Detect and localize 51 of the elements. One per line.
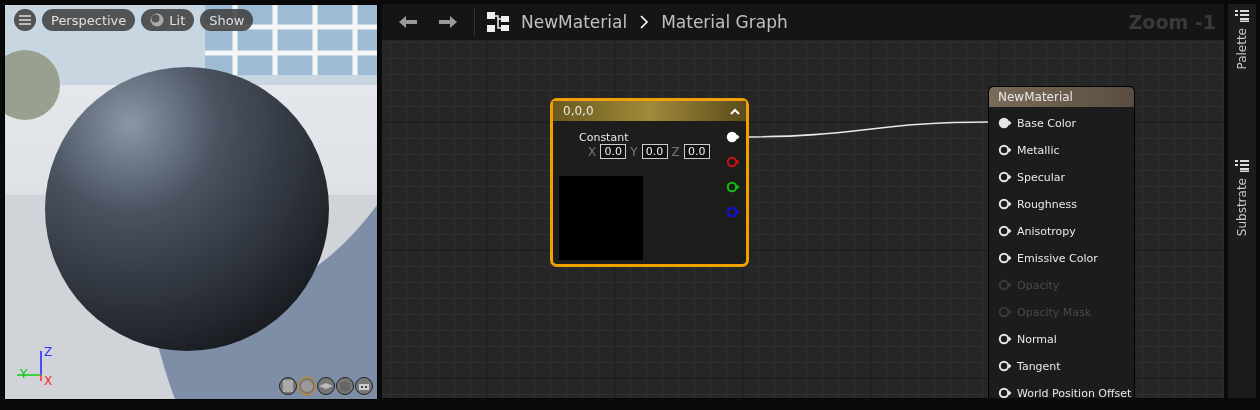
input-pin-icon[interactable] [998, 144, 1012, 156]
view-mode-button[interactable]: Lit [141, 9, 195, 31]
graph-icon [487, 12, 509, 32]
node-title: 0,0,0 [563, 104, 594, 118]
list-icon [1235, 10, 1249, 22]
sphere-icon [299, 378, 315, 394]
lit-sphere-icon [150, 13, 165, 27]
value-field[interactable]: 0.0 [600, 144, 627, 159]
value-field[interactable]: 0.0 [683, 144, 710, 159]
breadcrumb-item[interactable]: NewMaterial [521, 12, 628, 32]
value-field[interactable]: 0.0 [641, 144, 668, 159]
chevron-right-icon [639, 15, 650, 29]
show-button[interactable]: Show [200, 9, 254, 31]
input-pin-icon[interactable] [998, 387, 1012, 398]
input-label: Metallic [1017, 143, 1060, 157]
node-title: NewMaterial [998, 90, 1073, 104]
input-label: Roughness [1017, 197, 1077, 211]
input-label: Anisotropy [1017, 224, 1076, 238]
field-label: Y [630, 144, 638, 159]
input-label: Emissive Color [1017, 251, 1098, 265]
output-pin-icon[interactable] [726, 131, 740, 143]
axis-label: X [44, 374, 53, 388]
cylinder-icon [280, 378, 296, 394]
perspective-button[interactable]: Perspective [42, 9, 136, 31]
input-label: Tangent [1017, 359, 1061, 373]
collapse-chevron-icon[interactable] [730, 107, 740, 115]
back-arrow-icon [398, 14, 418, 30]
axis-label: Z [44, 345, 53, 359]
side-panel-tab[interactable]: Palette [1235, 10, 1249, 70]
field-label: X [588, 144, 597, 159]
forward-arrow-icon [438, 14, 458, 30]
input-pin-icon[interactable] [998, 360, 1012, 372]
constant-node[interactable]: 0,0,0 Constant X 0.0 Y 0.0 Z 0.0 [550, 98, 749, 267]
menu-icon [19, 15, 31, 25]
input-label: Specular [1017, 170, 1066, 184]
input-pin-icon[interactable] [998, 171, 1012, 183]
list-icon [1235, 159, 1249, 172]
input-pin-icon[interactable] [998, 333, 1012, 345]
cube-icon [337, 378, 353, 394]
side-panel-tab[interactable]: Substrate [1235, 159, 1249, 236]
breadcrumb-item[interactable]: Material Graph [661, 12, 788, 32]
output-pin-icon[interactable] [726, 181, 740, 193]
input-label: Base Color [1017, 116, 1076, 130]
field-label: Z [671, 144, 680, 159]
node-subtitle: Constant [579, 131, 629, 144]
input-pin-icon[interactable] [998, 252, 1012, 264]
input-label: World Position Offset [1017, 386, 1132, 398]
input-pin-icon[interactable] [998, 225, 1012, 237]
input-pin-icon[interactable] [998, 198, 1012, 210]
input-label: Normal [1017, 332, 1057, 346]
input-pin-icon[interactable] [998, 117, 1012, 129]
